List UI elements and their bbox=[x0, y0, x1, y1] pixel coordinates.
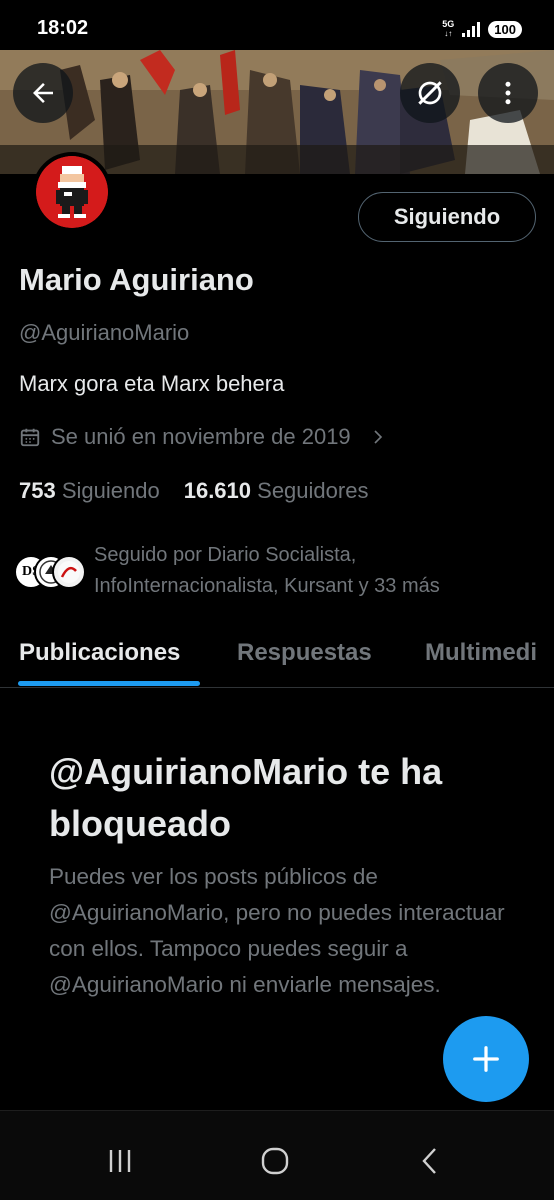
home-icon bbox=[261, 1147, 289, 1175]
profile-tabs: Publicaciones Respuestas Multimedi bbox=[0, 628, 554, 688]
grok-button[interactable] bbox=[400, 63, 460, 123]
status-time: 18:02 bbox=[37, 17, 89, 39]
more-options-button[interactable] bbox=[478, 63, 538, 123]
followed-by-text: Seguido por Diario Socialista, InfoInter… bbox=[94, 544, 440, 597]
following-label: Siguiendo bbox=[61, 478, 160, 503]
display-name: Mario Aguiriano bbox=[19, 262, 254, 297]
nav-back-icon bbox=[422, 1148, 436, 1174]
recent-apps-icon bbox=[109, 1150, 131, 1172]
avatar[interactable] bbox=[32, 152, 112, 232]
tab-multimedia[interactable]: Multimedi bbox=[425, 628, 537, 667]
grok-icon bbox=[418, 81, 442, 105]
chevron-right-icon bbox=[374, 430, 382, 444]
tab-publicaciones[interactable]: Publicaciones bbox=[19, 628, 180, 667]
blocked-notice-body: Puedes ver los posts públicos de @Aguiri… bbox=[49, 864, 505, 997]
followers-label: Seguidores bbox=[257, 478, 369, 503]
followers-count-link[interactable]: 16.610 Seguidores bbox=[184, 478, 369, 504]
joined-date[interactable]: Se unió en noviembre de 2019 bbox=[19, 424, 387, 450]
system-back-button[interactable] bbox=[410, 1141, 450, 1181]
battery-indicator: 100 bbox=[488, 20, 522, 38]
signal-icon bbox=[462, 21, 481, 37]
avatar-image bbox=[36, 156, 108, 228]
network-indicator: 5G ↓↑ bbox=[442, 19, 455, 39]
followers-count: 16.610 bbox=[183, 478, 252, 503]
more-vertical-icon bbox=[505, 81, 511, 105]
status-icons: 5G ↓↑ 100 bbox=[442, 20, 522, 38]
blocked-notice-title: @AguirianoMario te ha bloqueado bbox=[49, 751, 443, 844]
compose-button[interactable] bbox=[443, 1016, 529, 1102]
arrow-left-icon bbox=[33, 83, 53, 103]
profile-bio: Marx gora eta Marx behera bbox=[19, 371, 285, 396]
calendar-icon bbox=[20, 428, 40, 447]
status-bar: 18:02 5G ↓↑ 100 bbox=[0, 0, 554, 50]
system-navigation-bar bbox=[0, 1110, 554, 1200]
joined-date-label: Se unió en noviembre de 2019 bbox=[51, 424, 351, 449]
following-count-link[interactable]: 753 Siguiendo bbox=[19, 478, 160, 504]
following-button[interactable]: Siguiendo bbox=[358, 192, 536, 242]
followed-by[interactable]: DS Seguido por Diario Socialista, InfoIn… bbox=[14, 540, 524, 602]
tab-respuestas[interactable]: Respuestas bbox=[237, 628, 372, 667]
back-button[interactable] bbox=[13, 63, 73, 123]
followed-by-avatars: DS bbox=[14, 551, 90, 591]
follow-counts: 753 Siguiendo 16.610 Seguidores bbox=[19, 478, 368, 504]
profile-handle: @AguirianoMario bbox=[19, 320, 190, 345]
recent-apps-button[interactable] bbox=[100, 1141, 140, 1181]
plus-icon bbox=[473, 1046, 499, 1072]
home-button[interactable] bbox=[255, 1141, 295, 1181]
follower-avatar-kursant bbox=[52, 555, 86, 589]
following-count: 753 bbox=[19, 478, 56, 503]
active-tab-indicator bbox=[18, 681, 200, 686]
